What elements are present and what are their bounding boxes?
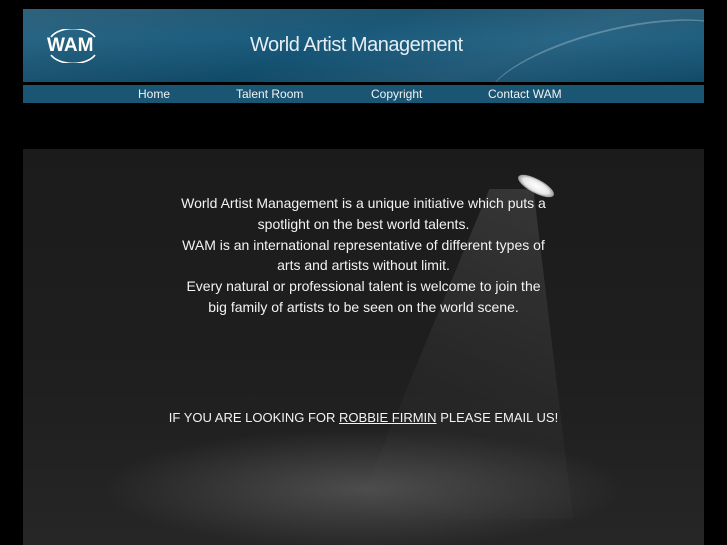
site-title: World Artist Management	[250, 34, 463, 56]
intro-text: World Artist Management is a unique init…	[23, 193, 704, 318]
nav-talent-room[interactable]: Talent Room	[236, 87, 303, 101]
site-header-banner: WAM World Artist Management	[23, 9, 704, 82]
nav-copyright[interactable]: Copyright	[371, 87, 422, 101]
intro-line: World Artist Management is a unique init…	[181, 195, 546, 211]
intro-line: WAM is an international representative o…	[182, 236, 545, 253]
cta-prefix: IF YOU ARE LOOKING FOR	[168, 410, 336, 425]
intro-line: arts and artists without limit.	[277, 257, 450, 274]
intro-line: Every natural or professional talent is …	[186, 278, 541, 295]
intro-line: big family of artists to be seen on the …	[208, 298, 519, 315]
main-nav: Home Talent Room Copyright Contact WAM	[23, 85, 704, 103]
call-to-action: IF YOU ARE LOOKING FOR ROBBIE FIRMIN PLE…	[23, 410, 704, 425]
intro-line: spotlight on the best world talents.	[257, 215, 470, 232]
robbie-firmin-link[interactable]: ROBBIE FIRMIN	[339, 410, 437, 425]
cta-suffix: PLEASE EMAIL US!	[440, 410, 559, 425]
wam-logo[interactable]: WAM	[45, 29, 101, 63]
nav-home[interactable]: Home	[138, 87, 170, 101]
logo-text: WAM	[47, 35, 94, 56]
nav-contact-wam[interactable]: Contact WAM	[488, 87, 562, 101]
